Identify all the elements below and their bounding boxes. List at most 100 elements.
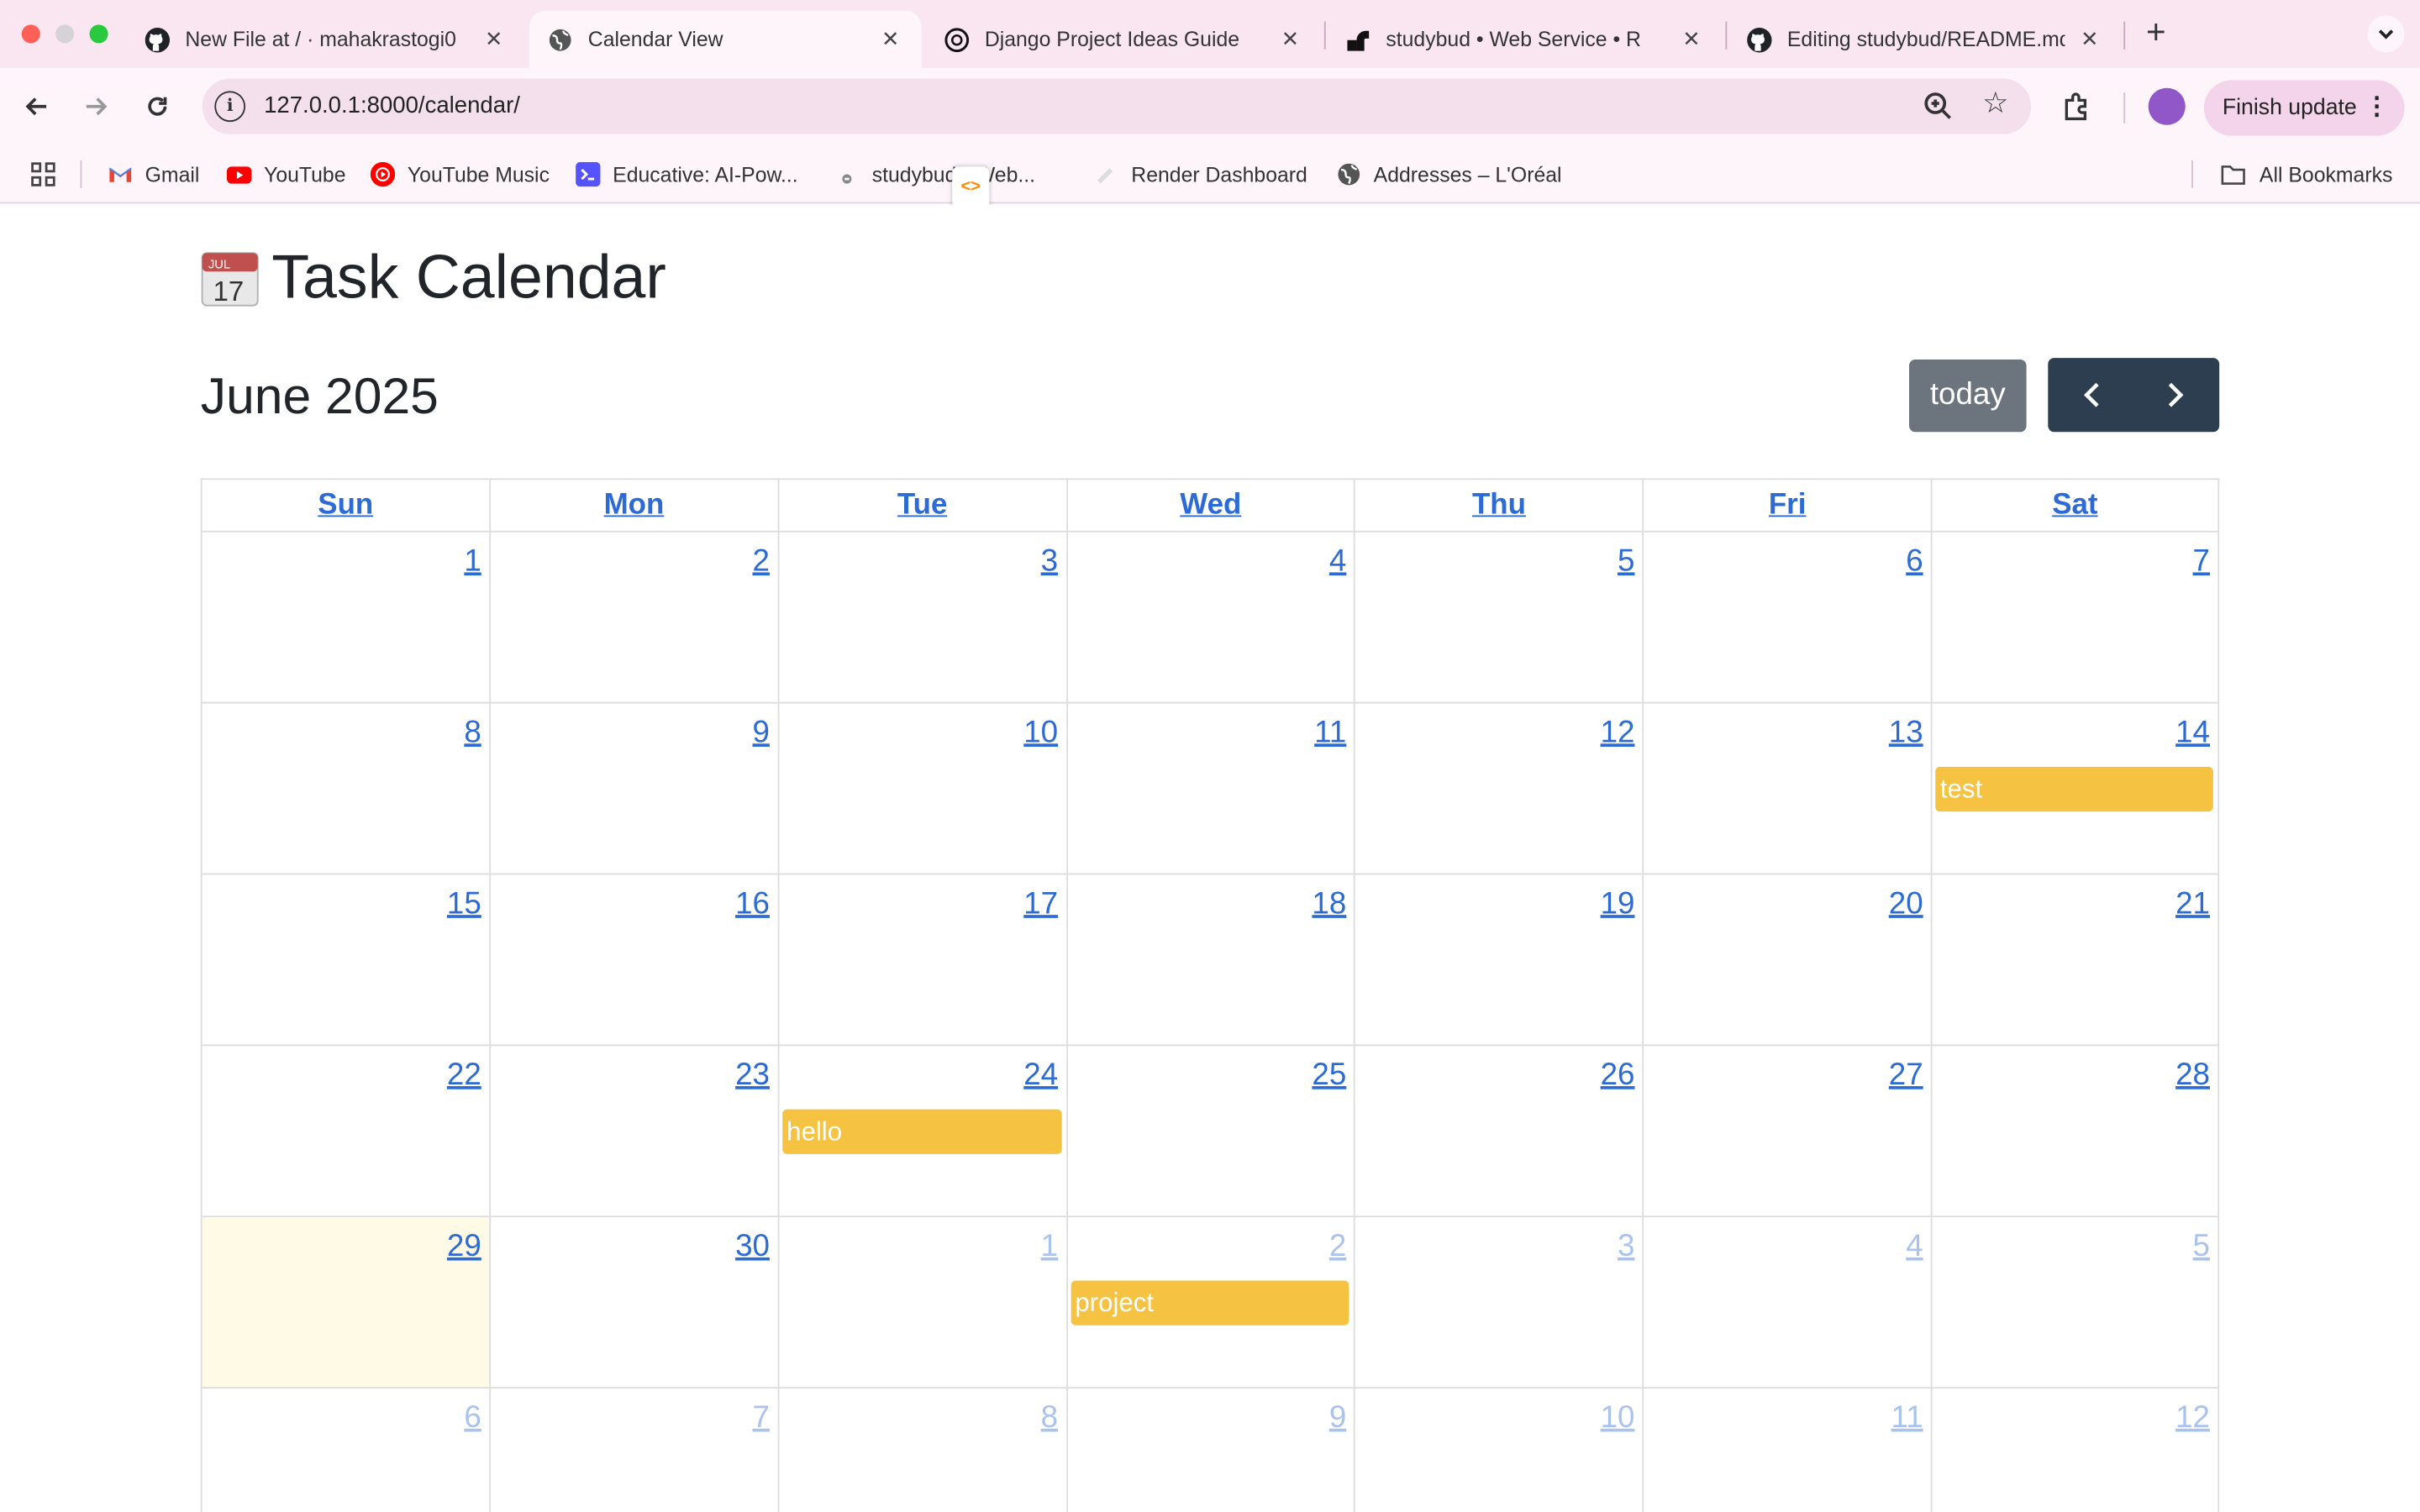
bookmark-youtube-music[interactable]: YouTube Music <box>370 160 550 188</box>
weekday-header-thu[interactable]: Thu <box>1354 480 1643 533</box>
day-cell[interactable]: 14 test <box>1930 703 2220 875</box>
weekday-header-wed[interactable]: Wed <box>1065 480 1355 533</box>
day-number-link[interactable]: 2 <box>753 544 770 580</box>
day-cell[interactable]: 30 <box>488 1217 778 1389</box>
day-number-link[interactable]: 5 <box>2193 1230 2210 1265</box>
calendar-event[interactable]: project <box>1070 1280 1349 1326</box>
bookmark-render-dashboard[interactable]: Render Dashboard <box>1094 160 1307 188</box>
tab-search-button[interactable] <box>2367 15 2405 53</box>
day-cell[interactable]: 27 <box>1642 1046 1931 1218</box>
day-cell[interactable]: 10 <box>1354 1389 1642 1512</box>
extensions-icon[interactable] <box>2059 88 2096 125</box>
day-number-link[interactable]: 12 <box>2175 1401 2210 1436</box>
day-number-link[interactable]: 5 <box>1618 544 1634 580</box>
bookmark-star-icon[interactable]: ☆ <box>1977 87 2014 123</box>
day-cell[interactable]: 11 <box>1065 703 1355 875</box>
apps-button[interactable] <box>31 160 55 188</box>
day-number-link[interactable]: 11 <box>1891 1401 1923 1436</box>
day-cell[interactable]: 15 <box>200 874 489 1047</box>
calendar-event[interactable]: hello <box>781 1109 1061 1154</box>
close-icon[interactable]: ✕ <box>1278 26 1302 52</box>
day-number-link[interactable]: 27 <box>1889 1058 1923 1094</box>
day-cell[interactable]: 3 <box>1354 1217 1643 1389</box>
day-cell[interactable]: 21 <box>1930 874 2220 1047</box>
calendar-event[interactable]: test <box>1935 766 2213 812</box>
day-number-link[interactable]: 6 <box>464 1401 481 1436</box>
day-cell[interactable]: 2 project <box>1065 1217 1355 1389</box>
day-number-link[interactable]: 24 <box>1023 1058 1058 1094</box>
day-cell-today[interactable]: 29 <box>200 1217 489 1389</box>
day-cell[interactable]: 4 <box>1065 532 1355 704</box>
day-cell[interactable]: 13 <box>1642 703 1931 875</box>
day-number-link[interactable]: 1 <box>464 544 481 580</box>
day-cell[interactable]: 22 <box>200 1046 489 1218</box>
day-cell[interactable]: 20 <box>1642 874 1931 1047</box>
zoom-icon[interactable] <box>1922 90 1955 123</box>
weekday-header-mon[interactable]: Mon <box>488 480 778 533</box>
day-number-link[interactable]: 8 <box>1041 1401 1058 1436</box>
day-cell[interactable]: 12 <box>1930 1389 2220 1512</box>
close-icon[interactable]: ✕ <box>481 26 506 52</box>
new-tab-button[interactable]: + <box>2139 14 2173 49</box>
forward-button[interactable] <box>76 87 116 127</box>
day-cell[interactable]: 6 <box>1642 532 1931 704</box>
day-number-link[interactable]: 25 <box>1312 1058 1346 1094</box>
tab-django-ideas[interactable]: Django Project Ideas Guide ✕ <box>926 11 1321 68</box>
prev-month-button[interactable] <box>2048 358 2133 432</box>
address-bar[interactable]: i 127.0.0.1:8000/calendar/ ☆ <box>202 78 2032 134</box>
day-cell[interactable]: 8 <box>200 703 489 875</box>
day-cell[interactable]: 24 hello <box>777 1046 1066 1218</box>
day-cell[interactable]: 7 <box>1930 532 2220 704</box>
weekday-header-fri[interactable]: Fri <box>1642 480 1931 533</box>
window-close-button[interactable] <box>21 24 40 44</box>
day-cell[interactable]: 5 <box>1930 1217 2220 1389</box>
tab-editing-readme[interactable]: Editing studybud/README.md ✕ <box>1728 11 2121 68</box>
tab-new-file[interactable]: New File at / · mahakrastogi0 ✕ <box>127 11 525 68</box>
day-number-link[interactable]: 11 <box>1314 716 1346 751</box>
day-number-link[interactable]: 9 <box>753 716 770 751</box>
day-cell[interactable]: 3 <box>777 532 1066 704</box>
day-number-link[interactable]: 19 <box>1601 887 1635 922</box>
day-cell[interactable]: 16 <box>488 874 778 1047</box>
day-number-link[interactable]: 23 <box>735 1058 770 1094</box>
weekday-header-sun[interactable]: Sun <box>200 480 489 533</box>
day-number-link[interactable]: 16 <box>735 887 770 922</box>
day-cell[interactable]: 2 <box>488 532 778 704</box>
day-number-link[interactable]: 26 <box>1601 1058 1635 1094</box>
profile-avatar[interactable] <box>2148 87 2186 125</box>
day-cell[interactable]: 8 <box>777 1389 1065 1512</box>
day-number-link[interactable]: 29 <box>447 1230 481 1265</box>
day-cell[interactable]: 19 <box>1354 874 1643 1047</box>
day-number-link[interactable]: 6 <box>1906 544 1923 580</box>
day-cell[interactable]: 1 <box>200 532 489 704</box>
day-cell[interactable]: 7 <box>488 1389 777 1512</box>
day-number-link[interactable]: 7 <box>753 1401 770 1436</box>
day-cell[interactable]: 11 <box>1642 1389 1931 1512</box>
close-icon[interactable]: ✕ <box>2077 26 2102 52</box>
day-cell[interactable]: 12 <box>1354 703 1643 875</box>
day-number-link[interactable]: 9 <box>1329 1401 1346 1436</box>
day-number-link[interactable]: 10 <box>1601 1401 1635 1436</box>
window-minimize-button[interactable] <box>55 24 75 44</box>
tab-studybud-render[interactable]: studybud • Web Service • R ✕ <box>1328 11 1723 68</box>
day-cell[interactable]: 18 <box>1065 874 1355 1047</box>
all-bookmarks-button[interactable]: All Bookmarks <box>2219 160 2392 188</box>
weekday-header-sat[interactable]: Sat <box>1930 480 2220 533</box>
today-button[interactable]: today <box>1908 359 2027 433</box>
day-cell[interactable]: 4 <box>1642 1217 1931 1389</box>
back-button[interactable] <box>17 87 57 127</box>
day-number-link[interactable]: 14 <box>2175 716 2210 751</box>
url-text[interactable]: 127.0.0.1:8000/calendar/ <box>264 92 520 118</box>
window-zoom-button[interactable] <box>89 24 108 44</box>
day-number-link[interactable]: 1 <box>1041 1230 1058 1265</box>
day-cell[interactable]: 9 <box>488 703 778 875</box>
bookmark-youtube[interactable]: YouTube <box>226 160 346 188</box>
day-number-link[interactable]: 10 <box>1023 716 1058 751</box>
day-number-link[interactable]: 12 <box>1601 716 1635 751</box>
close-icon[interactable]: ✕ <box>878 26 902 52</box>
day-number-link[interactable]: 30 <box>735 1230 770 1265</box>
day-number-link[interactable]: 4 <box>1329 544 1346 580</box>
day-number-link[interactable]: 17 <box>1023 887 1058 922</box>
day-cell[interactable]: 25 <box>1065 1046 1355 1218</box>
code-inspector-icon[interactable]: <> <box>952 166 990 210</box>
